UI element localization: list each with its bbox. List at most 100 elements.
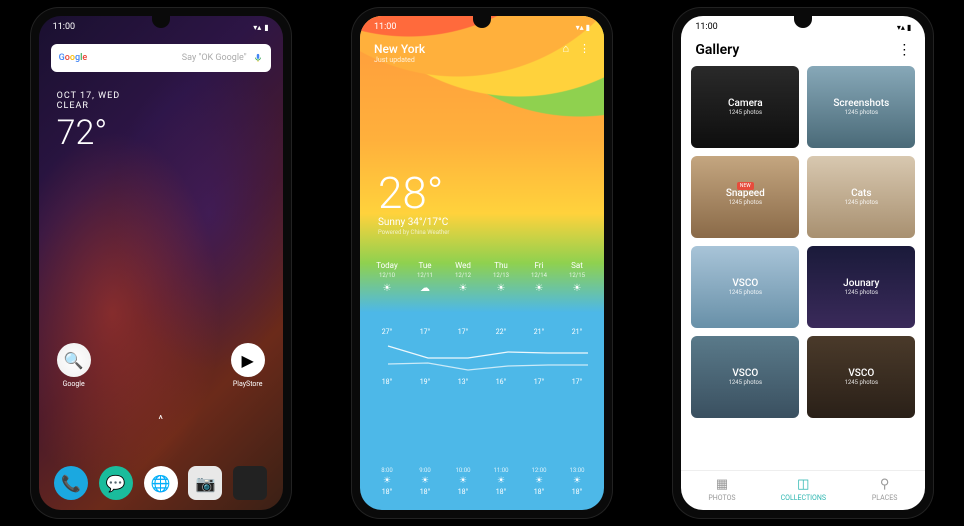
building-icon[interactable]: ⌂ — [562, 42, 569, 55]
city-subtitle: Just updated — [374, 56, 425, 64]
hour-col[interactable]: 12:00 ☀ 18° — [520, 467, 558, 496]
high-temp: 27° — [368, 328, 406, 336]
city-block[interactable]: New York Just updated — [374, 42, 425, 64]
day-name: Today — [376, 261, 398, 270]
weather-icon: ☀ — [383, 283, 392, 294]
places-icon: ⚲ — [880, 477, 890, 492]
hour-temp: 18° — [420, 488, 430, 496]
status-time: 11:00 — [53, 22, 75, 32]
day-col[interactable]: Wed 12/12 ☀ — [444, 261, 482, 296]
tab-photos[interactable]: ▦ PHOTOS — [681, 477, 762, 502]
album[interactable]: Jounary 1245 photos — [807, 246, 915, 328]
google-logo: Google — [59, 53, 88, 63]
high-temp: 17° — [444, 328, 482, 336]
dock: 📞 💬 🌐 📷 — [39, 466, 283, 500]
weather-screen: 11:00 ▾▴ ▮ New York Just updated ⌂ ⋮ 28°… — [360, 16, 604, 510]
day-date: 12/11 — [417, 272, 433, 279]
forecast-days[interactable]: Today 12/10 ☀ Tue 12/11 ☁ Wed 12/12 ☀ Th… — [360, 261, 604, 296]
hour-time: 10:00 — [456, 467, 471, 474]
google-search-bar[interactable]: Google Say "OK Google" — [51, 44, 271, 72]
day-name: Tue — [418, 261, 431, 270]
hour-col[interactable]: 8:00 ☀ 18° — [368, 467, 406, 496]
tab-places[interactable]: ⚲ PLACES — [844, 477, 925, 502]
day-date: 12/10 — [379, 272, 395, 279]
hour-col[interactable]: 13:00 ☀ 18° — [558, 467, 596, 496]
google-folder-icon: 🔍 — [57, 343, 91, 377]
hour-weather-icon: ☀ — [497, 476, 505, 486]
album-name: VSCO — [732, 278, 758, 289]
day-col[interactable]: Today 12/10 ☀ — [368, 261, 406, 296]
hour-temp: 18° — [496, 488, 506, 496]
low-temp: 13° — [444, 378, 482, 386]
album[interactable]: NEW Snapeed 1245 photos — [691, 156, 799, 238]
album[interactable]: VSCO 1245 photos — [691, 336, 799, 418]
gallery-title: Gallery — [695, 42, 739, 58]
album-count: 1245 photos — [729, 109, 763, 116]
day-col[interactable]: Tue 12/11 ☁ — [406, 261, 444, 296]
messages-app-icon[interactable]: 💬 — [99, 466, 133, 500]
gallery-app: 11:00 ▾▴ ▮ Gallery ⋮ Camera 1245 photos … — [681, 16, 925, 510]
tab-label: COLLECTIONS — [781, 494, 826, 502]
album-count: 1245 photos — [729, 199, 763, 206]
google-app[interactable]: 🔍 Google — [57, 343, 91, 388]
hour-col[interactable]: 11:00 ☀ 18° — [482, 467, 520, 496]
hour-col[interactable]: 9:00 ☀ 18° — [406, 467, 444, 496]
phone-app-icon[interactable]: 📞 — [54, 466, 88, 500]
day-col[interactable]: Fri 12/14 ☀ — [520, 261, 558, 296]
hour-time: 8:00 — [381, 467, 393, 474]
chart-lines — [368, 340, 596, 374]
album[interactable]: VSCO 1245 photos — [807, 336, 915, 418]
home-widget[interactable]: OCT 17, WED CLEAR 72° — [57, 91, 120, 153]
collections-icon: ◫ — [797, 477, 809, 492]
status-icons: ▾▴ ▮ — [897, 23, 911, 32]
weather-icon: ☀ — [497, 283, 506, 294]
city-name: New York — [374, 42, 425, 56]
gallery-app-icon[interactable] — [233, 466, 267, 500]
playstore-app[interactable]: ▶ PlayStore — [231, 343, 265, 388]
weather-summary: Sunny 34°/17°C — [378, 217, 449, 228]
status-time: 11:00 — [695, 22, 717, 32]
day-name: Sat — [571, 261, 583, 270]
album-count: 1245 photos — [729, 289, 763, 296]
day-date: 12/15 — [569, 272, 585, 279]
day-col[interactable]: Sat 12/15 ☀ — [558, 261, 596, 296]
album-count: 1245 photos — [845, 289, 879, 296]
album-name: Screenshots — [833, 98, 889, 109]
app-drawer-handle[interactable]: ^ — [158, 413, 163, 426]
album[interactable]: Cats 1245 photos — [807, 156, 915, 238]
camera-app-icon[interactable]: 📷 — [188, 466, 222, 500]
app-label: Google — [63, 380, 85, 388]
album-count: 1245 photos — [729, 379, 763, 386]
tab-collections[interactable]: ◫ COLLECTIONS — [763, 477, 844, 502]
hour-col[interactable]: 10:00 ☀ 18° — [444, 467, 482, 496]
chrome-app-icon[interactable]: 🌐 — [144, 466, 178, 500]
more-icon[interactable]: ⋮ — [897, 42, 911, 58]
day-col[interactable]: Thu 12/13 ☀ — [482, 261, 520, 296]
battery-icon: ▮ — [264, 23, 268, 32]
album[interactable]: Screenshots 1245 photos — [807, 66, 915, 148]
mic-icon[interactable] — [253, 53, 263, 63]
search-placeholder: Say "OK Google" — [93, 53, 246, 63]
low-temp: 16° — [482, 378, 520, 386]
phone-home: 11:00 ▾▴ ▮ Google Say "OK Google" OCT 17… — [31, 8, 291, 518]
new-badge: NEW — [737, 182, 754, 190]
status-time: 11:00 — [374, 22, 396, 32]
current-temp: 28° — [378, 171, 449, 215]
album-count: 1245 photos — [845, 199, 879, 206]
low-temp: 19° — [406, 378, 444, 386]
status-icons: ▾▴ ▮ — [253, 23, 268, 32]
hour-time: 9:00 — [419, 467, 431, 474]
tab-label: PHOTOS — [708, 494, 735, 502]
hourly-forecast[interactable]: 8:00 ☀ 18° 9:00 ☀ 18° 10:00 ☀ 18° 11:00 … — [360, 467, 604, 496]
home-screen: 11:00 ▾▴ ▮ Google Say "OK Google" OCT 17… — [39, 16, 283, 510]
more-icon[interactable]: ⋮ — [579, 42, 590, 55]
album-grid[interactable]: Camera 1245 photos Screenshots 1245 phot… — [681, 66, 925, 470]
hour-time: 13:00 — [570, 467, 585, 474]
day-date: 12/14 — [531, 272, 547, 279]
album[interactable]: VSCO 1245 photos — [691, 246, 799, 328]
weather-background: 11:00 ▾▴ ▮ New York Just updated ⌂ ⋮ 28°… — [360, 16, 604, 510]
day-date: 12/13 — [493, 272, 509, 279]
hour-time: 12:00 — [532, 467, 547, 474]
phone-weather: 11:00 ▾▴ ▮ New York Just updated ⌂ ⋮ 28°… — [352, 8, 612, 518]
album[interactable]: Camera 1245 photos — [691, 66, 799, 148]
